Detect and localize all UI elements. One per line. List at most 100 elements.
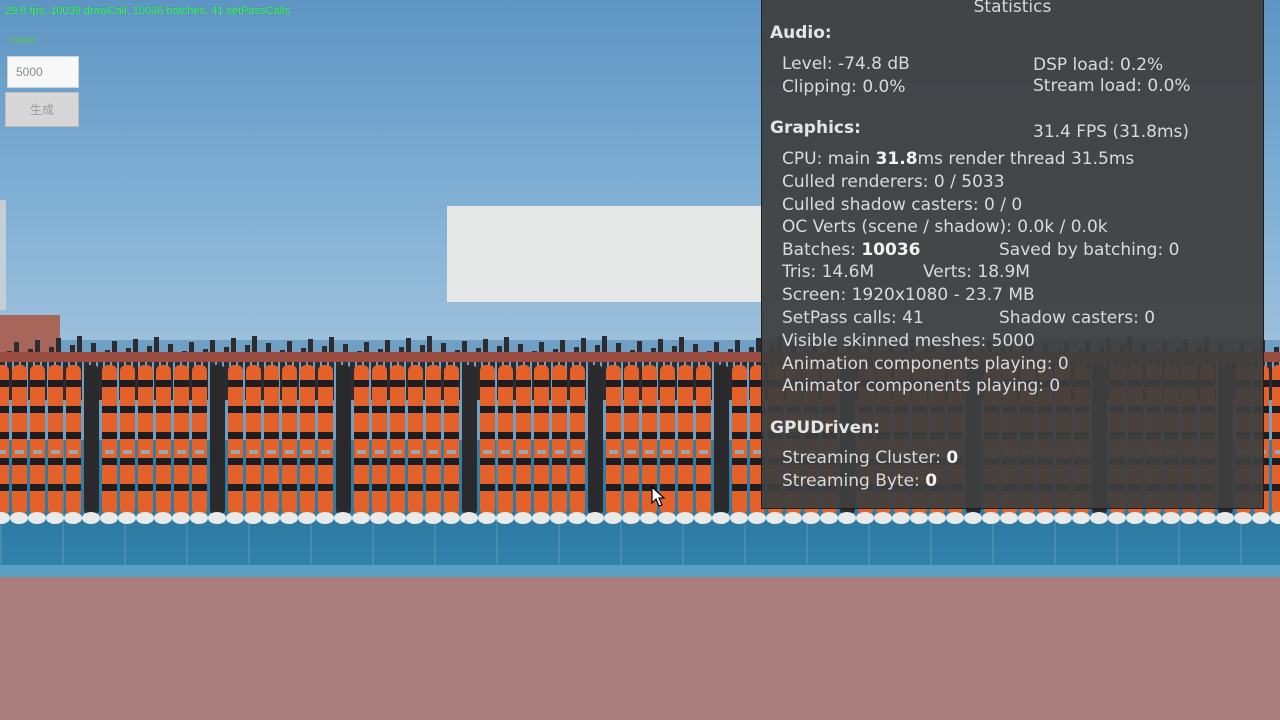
- crowd-stripe: [444, 380, 459, 387]
- crowd-foot: [316, 512, 334, 524]
- crowd-stripe-grey: [69, 450, 78, 454]
- crowd-stripe: [0, 484, 9, 491]
- crowd-stripe: [300, 380, 315, 387]
- crowd-figure: [192, 365, 207, 515]
- crowd-stripe-grey: [375, 450, 384, 454]
- crowd-stripe: [30, 432, 45, 439]
- game-viewport[interactable]: 29.8 fps, 10039 drawCall, 10036 batches,…: [0, 0, 1280, 720]
- crowd-stripe: [426, 458, 441, 465]
- crowd-stripe-grey: [51, 450, 60, 454]
- crowd-figure: [570, 365, 585, 515]
- scene-floor-edge: [0, 565, 1280, 577]
- crowd-figure: [408, 365, 423, 515]
- crowd-stripe: [678, 406, 693, 413]
- crowd-figure: [444, 365, 459, 515]
- crowd-stripe: [156, 458, 171, 465]
- crowd-foot: [334, 512, 352, 524]
- crowd-stripe: [354, 484, 369, 491]
- crowd-stripe: [516, 484, 531, 491]
- crowd-stripe-grey: [141, 450, 150, 454]
- crowd-stripe: [642, 432, 657, 439]
- crowd-stripe: [642, 406, 657, 413]
- graphics-verts: Verts: 18.9M: [923, 262, 1030, 282]
- crowd-stripe: [0, 406, 9, 413]
- crowd-stripe: [390, 484, 405, 491]
- crowd-stripe: [660, 406, 675, 413]
- crowd-foot: [298, 512, 316, 524]
- crowd-stripe: [1272, 406, 1280, 413]
- crowd-foot: [550, 512, 568, 524]
- crowd-stripe-grey: [357, 450, 366, 454]
- crowd-stripe: [318, 484, 333, 491]
- crowd-stripe: [354, 380, 369, 387]
- crowd-stripe: [0, 432, 9, 439]
- crowd-stripe: [372, 406, 387, 413]
- crowd-foot: [856, 512, 874, 524]
- crowd-stripe: [570, 432, 585, 439]
- crowd-foot: [190, 512, 208, 524]
- crowd-foot: [406, 512, 424, 524]
- crowd-stripe: [318, 458, 333, 465]
- crowd-stripe-grey: [555, 450, 564, 454]
- crowd-foot: [1126, 512, 1144, 524]
- byte-label: Streaming Byte:: [782, 471, 926, 491]
- crowd-stripe: [264, 458, 279, 465]
- crowd-foot: [802, 512, 820, 524]
- audio-dsp-load: DSP load: 0.2%: [1033, 55, 1164, 75]
- byte-value: 0: [925, 471, 938, 491]
- crowd-stripe: [138, 458, 153, 465]
- crowd-stripe: [516, 380, 531, 387]
- crowd-stripe: [372, 484, 387, 491]
- scene-bottom-plane: [0, 577, 1280, 720]
- crowd-stripe: [570, 380, 585, 387]
- graphics-oc-verts: OC Verts (scene / shadow): 0.0k / 0.0k: [782, 217, 1108, 237]
- crowd-figure: [498, 365, 513, 515]
- crowd-stripe: [192, 484, 207, 491]
- crowd-stripe: [120, 380, 135, 387]
- crowd-figure: [588, 365, 603, 515]
- crowd-foot: [82, 512, 100, 524]
- crowd-foot: [1234, 512, 1252, 524]
- crowd-stripe: [318, 432, 333, 439]
- crowd-stripe: [282, 484, 297, 491]
- graphics-animator-components: Animator components playing: 0: [782, 376, 1061, 396]
- crowd-stripe: [192, 406, 207, 413]
- crowd-stripe: [246, 406, 261, 413]
- crowd-foot: [496, 512, 514, 524]
- crowd-stripe: [138, 432, 153, 439]
- crowd-foot: [586, 512, 604, 524]
- crowd-stripe: [408, 432, 423, 439]
- count-input[interactable]: [7, 56, 79, 88]
- crowd-stripe: [408, 380, 423, 387]
- crowd-stripe-grey: [699, 450, 708, 454]
- crowd-foot: [0, 512, 10, 524]
- crowd-figure: [264, 365, 279, 515]
- crowd-stripe: [282, 406, 297, 413]
- crowd-stripe-grey: [519, 450, 528, 454]
- crowd-foot: [730, 512, 748, 524]
- crowd-stripe: [624, 380, 639, 387]
- crowd-stripe: [48, 432, 63, 439]
- crowd-figure: [0, 365, 9, 515]
- crowd-stripe-grey: [645, 450, 654, 454]
- crowd-stripe: [534, 406, 549, 413]
- crowd-foot: [964, 512, 982, 524]
- crowd-figure: [120, 365, 135, 515]
- graphics-skinned-meshes: Visible skinned meshes: 5000: [782, 331, 1035, 351]
- crowd-stripe: [246, 432, 261, 439]
- crowd-stripe-grey: [627, 450, 636, 454]
- cluster-label: Streaming Cluster:: [782, 448, 947, 468]
- crowd-stripe: [120, 484, 135, 491]
- crowd-stripe: [480, 458, 495, 465]
- crowd-stripe-grey: [249, 450, 258, 454]
- crowd-foot: [64, 512, 82, 524]
- crowd-stripe: [120, 458, 135, 465]
- crowd-stripe: [264, 406, 279, 413]
- crowd-stripe: [12, 458, 27, 465]
- crowd-stripe: [12, 432, 27, 439]
- crowd-stripe: [624, 484, 639, 491]
- generate-button[interactable]: 生成: [5, 92, 79, 127]
- crowd-stripe: [480, 484, 495, 491]
- crowd-stripe: [264, 432, 279, 439]
- crowd-foot: [910, 512, 928, 524]
